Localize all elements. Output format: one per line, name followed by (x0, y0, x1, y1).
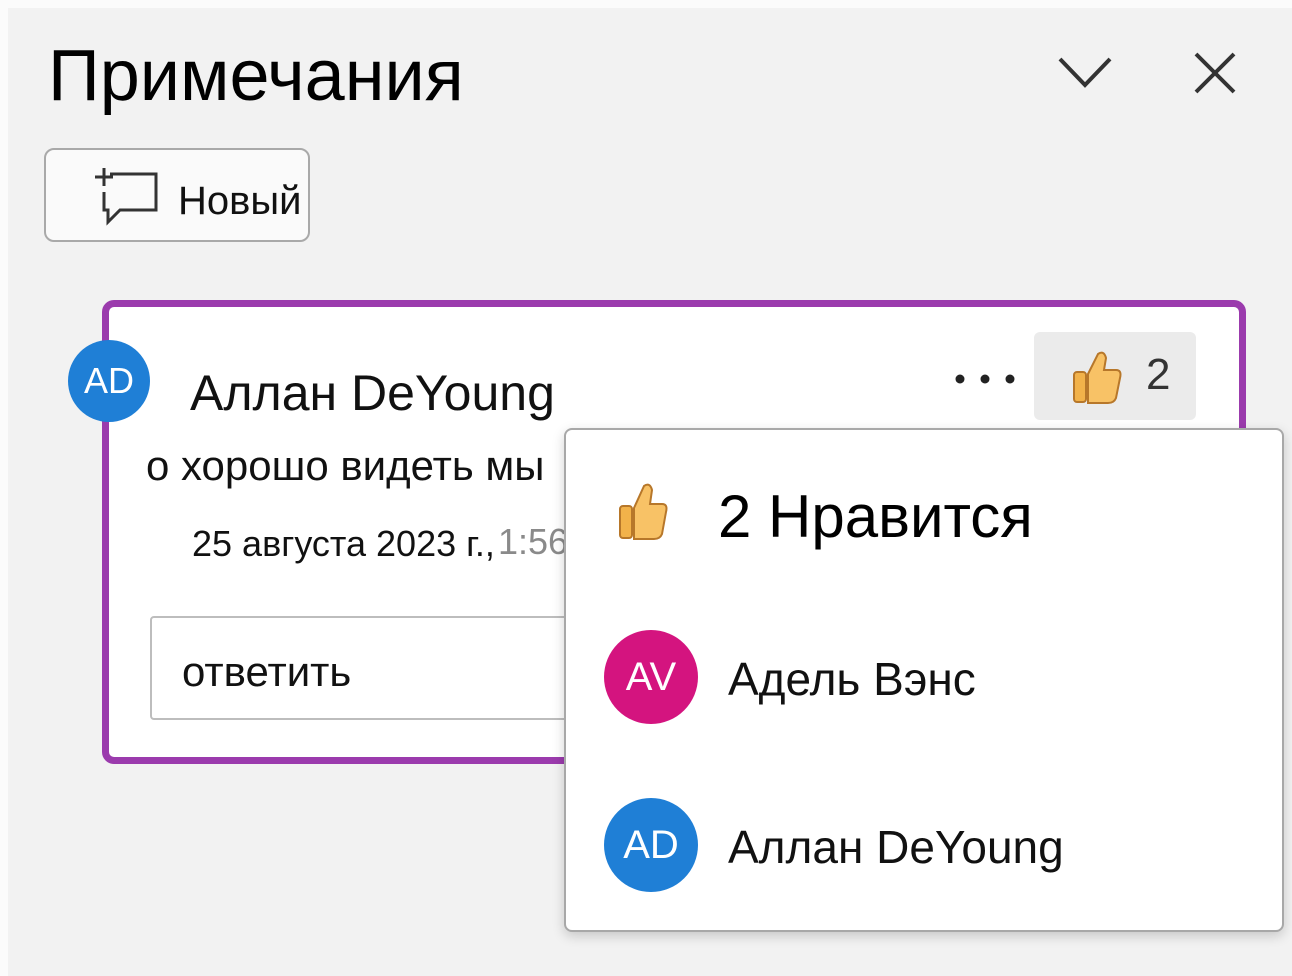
liker-item[interactable]: AD Аллан DeYoung (566, 794, 1282, 904)
new-comment-button[interactable]: Новый (44, 148, 310, 242)
comment-author: Аллан DeYoung (190, 365, 555, 421)
comment-time: 1:56 (498, 521, 566, 562)
reply-input[interactable]: ответить (150, 616, 590, 720)
reply-placeholder: ответить (182, 648, 352, 695)
collapse-button[interactable] (1050, 38, 1120, 108)
pane-title: Примечания (48, 36, 464, 116)
likes-popup: 2 Нравится AV Адель Вэнс AD Аллан DeYoun… (564, 428, 1284, 932)
chevron-down-icon (1058, 57, 1112, 88)
close-button[interactable] (1180, 38, 1250, 108)
close-icon (1194, 52, 1236, 94)
comment-text: о хорошо видеть мы (146, 442, 545, 489)
pane-top-edge (0, 0, 1292, 8)
liker-name: Аллан DeYoung (728, 821, 1064, 873)
new-comment-label: Новый (178, 179, 302, 223)
avatar: AD (68, 340, 150, 422)
more-icon (955, 374, 1015, 384)
thumbs-up-icon (619, 483, 668, 540)
avatar: AV (604, 630, 698, 724)
new-comment-icon (95, 168, 158, 226)
liker-name: Адель Вэнс (728, 653, 976, 705)
liker-item[interactable]: AV Адель Вэнс (566, 626, 1282, 736)
like-button[interactable]: 2 (1034, 332, 1196, 420)
avatar: AD (604, 798, 698, 892)
pane-left-edge (0, 0, 8, 976)
comment-date: 25 августа 2023 г., (192, 523, 495, 564)
like-count: 2 (1146, 350, 1171, 399)
likes-title: 2 Нравится (718, 483, 1033, 550)
more-options-button[interactable] (944, 356, 1026, 402)
thumbs-up-icon (1073, 351, 1122, 404)
